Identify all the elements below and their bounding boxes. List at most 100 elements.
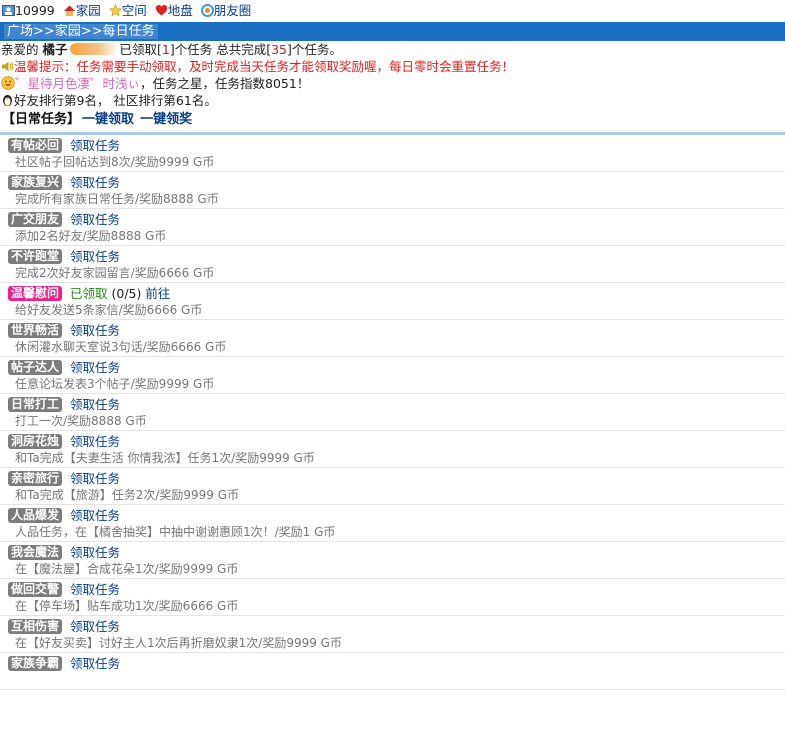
heart-icon: [155, 5, 167, 16]
claim-task-link[interactable]: 领取任务: [70, 582, 120, 597]
claim-task-link[interactable]: 领取任务: [70, 471, 120, 486]
avatar: [69, 43, 118, 55]
task-name-badge: 人品爆发: [8, 508, 63, 523]
task-name-badge: 温馨慰问: [8, 286, 63, 301]
task-name-badge: 家族争霸: [8, 656, 63, 671]
task-header: 世界畅活 领取任务: [8, 322, 785, 340]
task-row: 家族争霸 领取任务: [0, 653, 785, 690]
go-to-task-link[interactable]: 前往: [145, 286, 170, 301]
claim-task-link[interactable]: 领取任务: [70, 360, 120, 375]
task-row: 世界畅活 领取任务 休闲灌水聊天室说3句话/奖励6666 G币: [0, 320, 785, 357]
nav-item-space[interactable]: 空间: [108, 3, 151, 18]
breadcrumb[interactable]: 广场>>家园>>每日任务: [4, 24, 158, 39]
claim-task-link[interactable]: 领取任务: [70, 397, 120, 412]
task-name-badge: 我会魔法: [8, 545, 63, 560]
task-row: 人品爆发 领取任务 人品任务，在【橘舍抽奖】中抽中谢谢惠顾1次！/奖励1 G币: [0, 505, 785, 542]
claim-task-link[interactable]: 领取任务: [70, 656, 120, 671]
star-text: ，任务之星，任务指数8051！: [140, 76, 310, 91]
task-name-badge: 广交朋友: [8, 212, 63, 227]
task-description: 任意论坛发表3个帖子/奖励9999 G币: [15, 377, 215, 391]
notice-line: 温馨提示：任务需要手动领取，及时完成当天任务才能领取奖励喔，每日零时会重置任务！: [0, 58, 785, 75]
received-suffix: ]个任务 总共完成[: [169, 42, 272, 57]
completed-suffix: ]个任务。: [287, 42, 342, 57]
task-name-badge: 洞房花烛: [8, 434, 63, 449]
nav-item-turf[interactable]: 地盘: [155, 3, 197, 18]
task-description: 人品任务，在【橘舍抽奖】中抽中谢谢惠顾1次！/奖励1 G币: [15, 525, 336, 539]
friends-circle-icon: [200, 4, 214, 17]
claim-task-link[interactable]: 领取任务: [70, 545, 120, 560]
greeting-line: 亲爱的 橘子 已领取[1]个任务 总共完成[35]个任务。: [0, 41, 785, 58]
task-description: [8, 673, 785, 688]
nav-space-link[interactable]: 空间: [122, 3, 147, 18]
star-line: ゛星待月色凄゜时浅ぃ，任务之星，任务指数8051！: [0, 75, 785, 92]
claim-all-button[interactable]: 一键领取: [82, 112, 134, 127]
section-header: 【日常任务】 一键领取 一键领奖: [0, 109, 785, 131]
nav-item-friends[interactable]: 朋友圈: [200, 3, 252, 18]
task-name-badge: 不许跑堂: [8, 249, 63, 264]
task-row: 互相伤害 领取任务 在【好友买卖】讨好主人1次后再折磨奴隶1次/奖励9999 G币: [0, 616, 785, 653]
claim-task-link[interactable]: 领取任务: [70, 434, 120, 449]
task-row: 日常打工 领取任务 打工一次/奖励8888 G币: [0, 394, 785, 431]
task-description: 添加2名好友/奖励8888 G币: [15, 229, 167, 243]
task-header: 洞房花烛 领取任务: [8, 433, 785, 451]
claim-task-link[interactable]: 领取任务: [70, 323, 120, 338]
breadcrumb-bar: 广场>>家园>>每日任务: [0, 22, 785, 41]
section-tag: 【日常任务】: [2, 112, 81, 127]
claim-task-link[interactable]: 领取任务: [70, 619, 120, 634]
task-name-badge: 有帖必回: [8, 138, 63, 153]
task-description: 完成2次好友家园留言/奖励6666 G币: [15, 266, 215, 280]
rank-text: 好友排行第9名， 社区排行第61名。: [14, 93, 217, 108]
nav-home-link[interactable]: 家园: [76, 3, 101, 18]
star-nickname-link[interactable]: ゛星待月色凄゜时浅ぃ: [15, 76, 140, 91]
nav-friends-link[interactable]: 朋友圈: [214, 3, 252, 18]
task-header: 日常打工 领取任务: [8, 396, 785, 414]
task-header: 家族复兴 领取任务: [8, 174, 785, 192]
penguin-icon: [3, 95, 12, 107]
speaker-icon: [2, 61, 14, 72]
task-status: 已领取: [70, 286, 108, 301]
claim-task-link[interactable]: 领取任务: [70, 249, 120, 264]
task-description: 和Ta完成【夫妻生活 你情我浓】任务1次/奖励9999 G币: [15, 451, 315, 465]
task-header: 不许跑堂 领取任务: [8, 248, 785, 266]
user-name: 橘子: [42, 42, 68, 57]
claim-task-link[interactable]: 领取任务: [70, 212, 120, 227]
task-row: 帖子达人 领取任务 任意论坛发表3个帖子/奖励9999 G币: [0, 357, 785, 394]
task-description: 社区帖子回帖达到8次/奖励9999 G币: [15, 155, 215, 169]
nav-id-label: 10999: [15, 3, 55, 18]
task-description: 休闲灌水聊天室说3句话/奖励6666 G币: [15, 340, 227, 354]
task-header: 有帖必回 领取任务: [8, 137, 785, 155]
smile-icon: [1, 76, 15, 90]
task-description: 打工一次/奖励8888 G币: [15, 414, 147, 428]
notice-text: 温馨提示：任务需要手动领取，及时完成当天任务才能领取奖励喔，每日零时会重置任务！: [14, 59, 515, 74]
task-header: 帖子达人 领取任务: [8, 359, 785, 377]
task-header: 人品爆发 领取任务: [8, 507, 785, 525]
task-row: 家族复兴 领取任务 完成所有家族日常任务/奖励8888 G币: [0, 172, 785, 209]
user-id-icon: [2, 5, 15, 16]
nav-item-id[interactable]: 10999: [2, 3, 59, 18]
task-description: 和Ta完成【旅游】任务2次/奖励9999 G币: [15, 488, 240, 502]
task-header: 互相伤害 领取任务: [8, 618, 785, 636]
task-list: 有帖必回 领取任务 社区帖子回帖达到8次/奖励9999 G币 家族复兴 领取任务 完成所有…: [0, 135, 785, 690]
task-row: 亲密旅行 领取任务和Ta完成【旅游】任务2次/奖励9999 G币: [0, 468, 785, 505]
task-header: 我会魔法 领取任务: [8, 544, 785, 562]
task-progress: (0/5): [111, 286, 142, 301]
task-header: 温馨慰问 已领取 (0/5) 前往: [8, 285, 785, 303]
task-name-badge: 亲密旅行: [8, 471, 63, 486]
reward-all-button[interactable]: 一键领奖: [140, 112, 192, 127]
task-name-badge: 帖子达人: [8, 360, 63, 375]
claim-task-link[interactable]: 领取任务: [70, 138, 120, 153]
claim-task-link[interactable]: 领取任务: [70, 508, 120, 523]
task-header: 家族争霸 领取任务: [8, 655, 785, 673]
task-name-badge: 家族复兴: [8, 175, 63, 190]
task-row: 有帖必回 领取任务 社区帖子回帖达到8次/奖励9999 G币: [0, 135, 785, 172]
task-name-badge: 世界畅活: [8, 323, 63, 338]
task-description: 在【好友买卖】讨好主人1次后再折磨奴隶1次/奖励9999 G币: [15, 636, 342, 650]
claim-task-link[interactable]: 领取任务: [70, 175, 120, 190]
task-header: 做回交警 领取任务: [8, 581, 785, 599]
task-row: 做回交警 领取任务 在【停车场】贴车成功1次/奖励6666 G币: [0, 579, 785, 616]
task-description: 在【魔法屋】合成花朵1次/奖励9999 G币: [15, 562, 239, 576]
star-icon: [108, 3, 122, 17]
task-name-badge: 日常打工: [8, 397, 63, 412]
nav-item-home[interactable]: 家园: [63, 3, 105, 18]
nav-turf-link[interactable]: 地盘: [168, 3, 193, 18]
